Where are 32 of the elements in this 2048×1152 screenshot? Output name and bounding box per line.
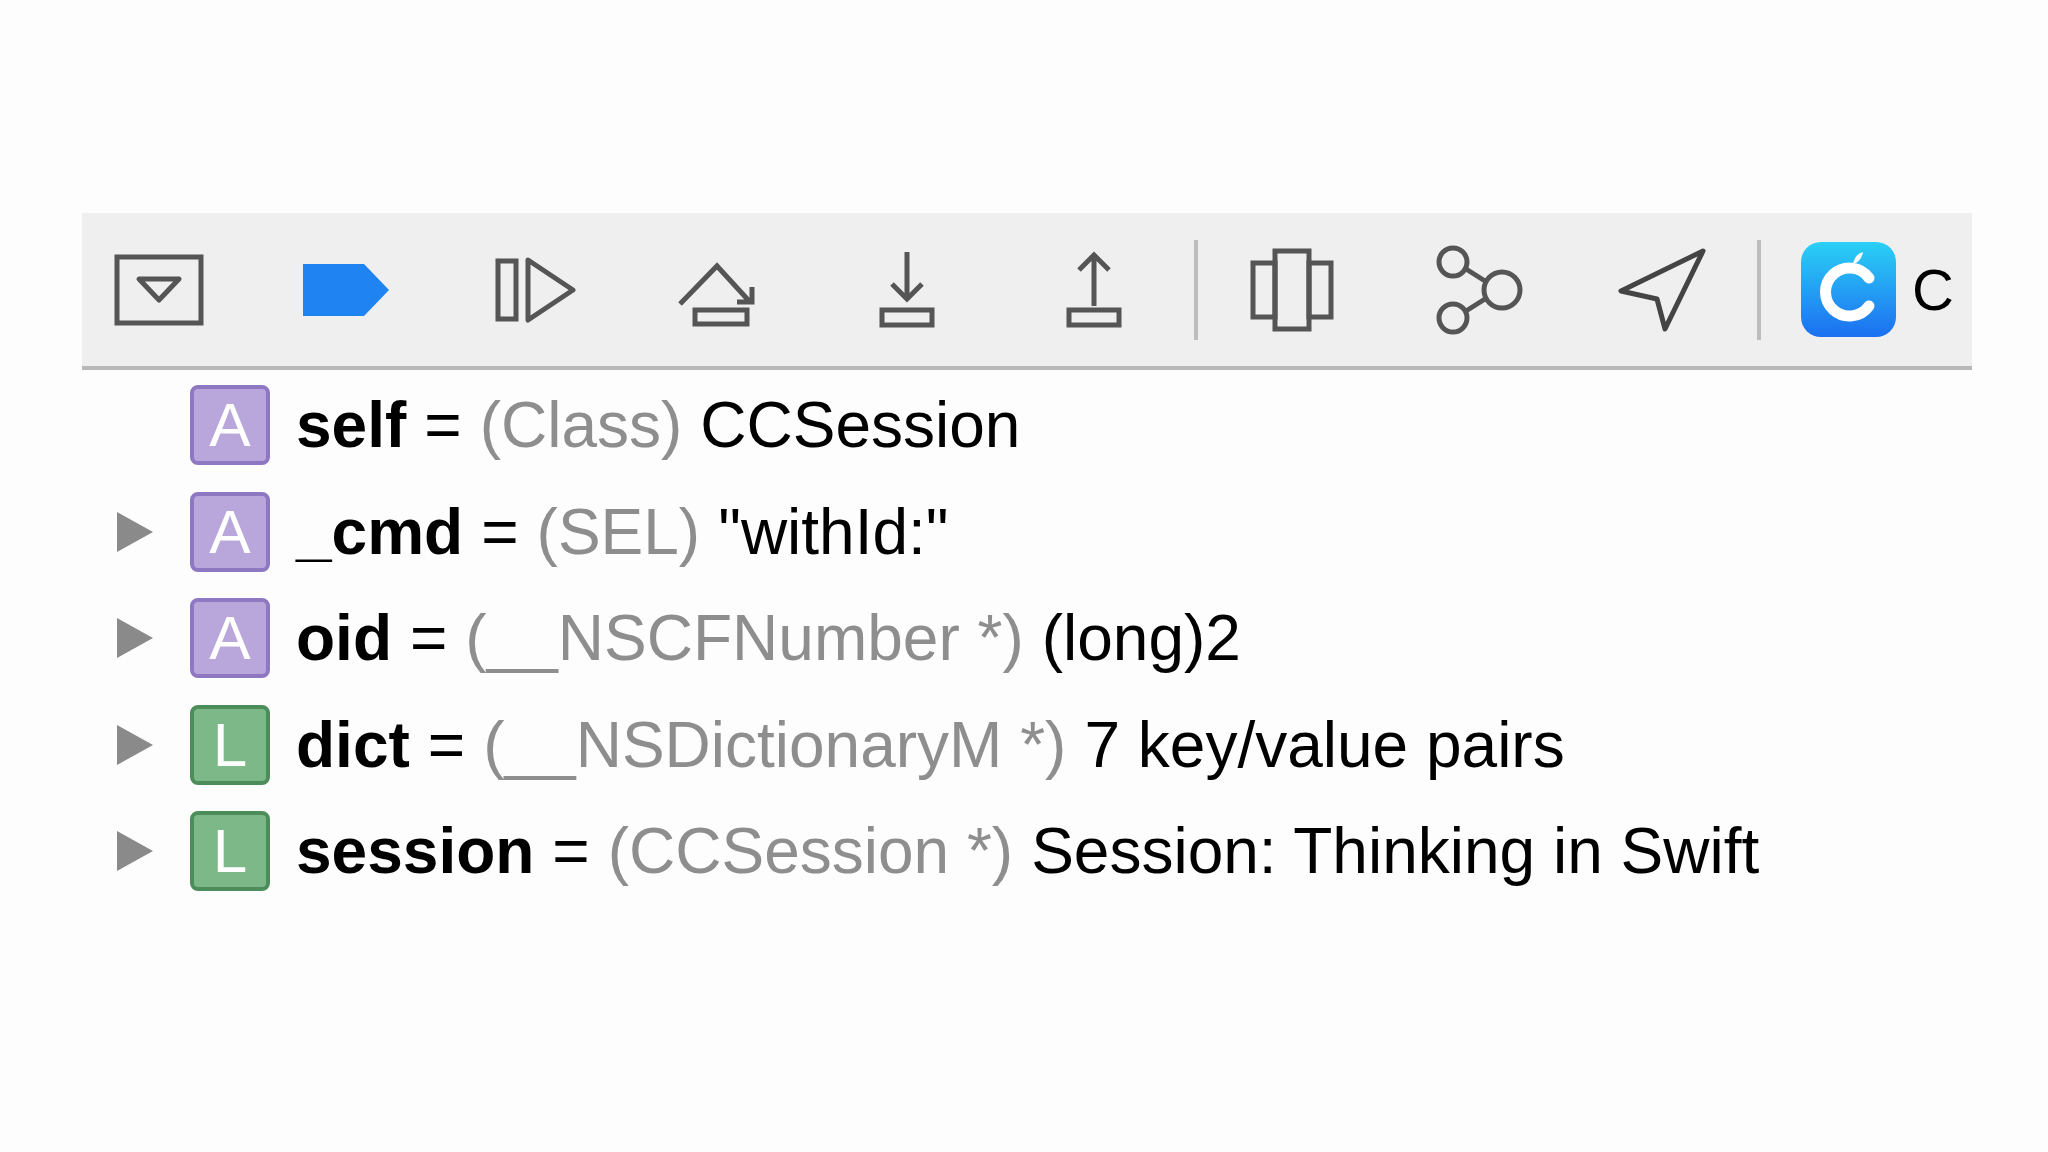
variable-name: dict: [296, 712, 410, 777]
variable-name: self: [296, 393, 407, 458]
share-nodes-icon[interactable]: [1434, 244, 1524, 335]
variable-name: session: [296, 819, 535, 884]
scope-badge: L: [190, 704, 270, 785]
variable-type: (__NSCFNumber *): [465, 606, 1024, 671]
scope-badge: L: [190, 811, 270, 892]
scope-badge: A: [190, 598, 270, 679]
scope-badge: A: [190, 385, 270, 466]
variable-type: (Class): [479, 393, 683, 458]
app-icon[interactable]: [1801, 242, 1896, 337]
variable-name: _cmd: [296, 499, 464, 564]
disclosure-triangle-icon[interactable]: [115, 829, 155, 874]
equals-sign: =: [481, 499, 519, 564]
disclosure-triangle-icon[interactable]: [115, 616, 155, 661]
console-toggle-icon[interactable]: [114, 253, 204, 326]
variable-name: oid: [296, 606, 392, 671]
breakpoint-icon[interactable]: [301, 261, 391, 318]
variable-value: "withId:": [718, 499, 949, 564]
equals-sign: =: [427, 712, 466, 777]
toolbar-title: C: [1912, 260, 1954, 319]
scope-badge: A: [190, 491, 270, 572]
disclosure-triangle-icon[interactable]: [115, 509, 155, 554]
variable-value: CCSession: [700, 393, 1021, 458]
equals-sign: =: [409, 606, 448, 671]
variable-type: (CCSession *): [607, 819, 1014, 884]
variable-value: (long)2: [1041, 606, 1241, 671]
equals-sign: =: [424, 393, 462, 458]
location-arrow-icon[interactable]: [1617, 246, 1707, 333]
variable-value: Session: Thinking in Swift: [1031, 819, 1760, 884]
disclosure-triangle-icon[interactable]: [115, 722, 155, 767]
equals-sign: =: [552, 819, 590, 884]
